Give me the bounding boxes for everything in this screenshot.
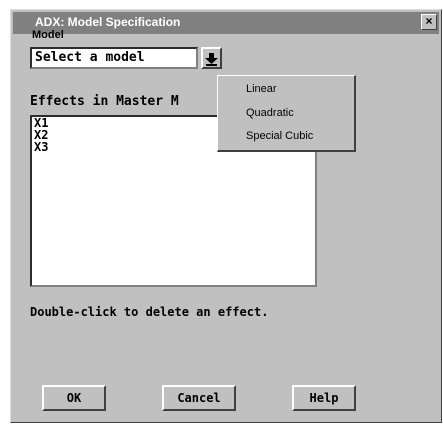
help-button[interactable]: Help xyxy=(292,385,356,411)
effects-label: Effects in Master M xyxy=(30,94,179,109)
menu-item-linear[interactable]: Linear xyxy=(246,83,277,95)
close-button[interactable]: × xyxy=(421,14,437,30)
cancel-button[interactable]: Cancel xyxy=(162,385,236,411)
model-dropdown-menu: Linear Quadratic Special Cubic xyxy=(217,75,356,152)
hint-text: Double-click to delete an effect. xyxy=(30,305,269,319)
model-select-field[interactable]: Select a model xyxy=(30,47,198,69)
model-dropdown-button[interactable] xyxy=(201,47,222,69)
menu-item-quadratic[interactable]: Quadratic xyxy=(246,107,294,119)
model-label: Model xyxy=(32,29,64,41)
ok-button[interactable]: OK xyxy=(42,385,106,411)
arrow-down-icon xyxy=(205,53,218,66)
window-title: ADX: Model Specification xyxy=(35,15,181,29)
title-bar: ADX: Model Specification × xyxy=(13,12,439,34)
menu-item-special-cubic[interactable]: Special Cubic xyxy=(246,130,313,142)
